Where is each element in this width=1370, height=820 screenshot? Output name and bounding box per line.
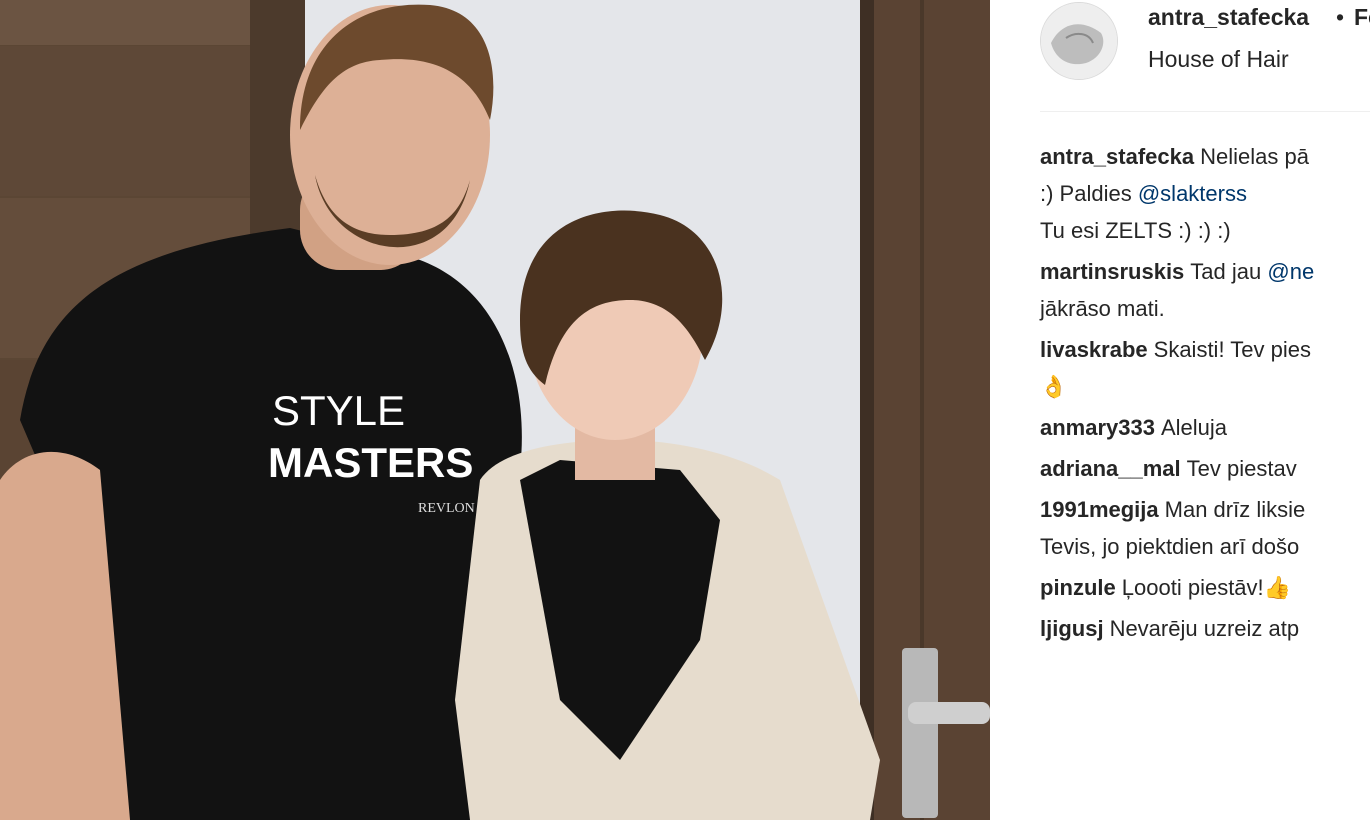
follow-button[interactable]: Follow [1354,4,1370,31]
mention-link[interactable]: @ne [1267,259,1314,284]
comment-username[interactable]: pinzule [1040,575,1116,600]
comment-username[interactable]: antra_stafecka [1040,144,1194,169]
author-username[interactable]: antra_stafecka [1148,4,1309,31]
shirt-text-line2: MASTERS [268,439,473,486]
comment-username[interactable]: livaskrabe [1040,337,1148,362]
shirt-text-line1: STYLE [272,387,405,434]
comment-text: Tad jau [1190,259,1262,284]
comment-username[interactable]: anmary333 [1040,415,1155,440]
avatar-image-icon [1041,3,1117,79]
comment-item: anmary333 Aleluja [1040,409,1370,446]
mention-link[interactable]: @slakterss [1138,181,1247,206]
divider [1040,111,1370,112]
comment-text: Nevarēju uzreiz atp [1109,616,1300,641]
comment-item: ljigusj Nevarēju uzreiz atp [1040,610,1370,647]
comment-item: pinzule Ļoooti piestāv!👍 [1040,569,1370,606]
avatar[interactable] [1040,2,1118,80]
comment-username[interactable]: 1991megija [1040,497,1159,522]
comment-text: jākrāso mati. [1040,296,1165,321]
comment-item: livaskrabe Skaisti! Tev pies 👌 [1040,331,1370,405]
comment-username[interactable]: martinsruskis [1040,259,1184,284]
post-photo[interactable]: STYLE MASTERS REVLON [0,0,990,820]
post-sidebar: antra_stafecka • Follow House of Hair an… [990,0,1370,820]
separator-dot: • [1336,4,1345,30]
location-link[interactable]: House of Hair [1148,46,1289,73]
comment-text: Tev piestav [1186,456,1297,481]
comment-username[interactable]: ljigusj [1040,616,1104,641]
comment-text: Aleluja [1160,415,1228,440]
post-header: antra_stafecka • Follow House of Hair [990,0,1370,112]
comment-text: :) Paldies [1040,181,1132,206]
comment-item: antra_stafecka Nelielas pā :) Paldies @sl… [1040,138,1370,249]
shirt-brand: REVLON [418,501,475,516]
ok-hand-emoji: 👌 [1040,374,1068,399]
comment-item: adriana__mal Tev piestav [1040,450,1370,487]
comment-text: Man drīz liksie [1164,497,1306,522]
comment-text: Ļoooti piestāv!👍 [1121,575,1292,600]
comment-text: Nelielas pā [1200,144,1309,169]
comment-username[interactable]: adriana__mal [1040,456,1181,481]
comment-text: Skaisti! Tev pies [1153,337,1311,362]
comment-text: Tu esi ZELTS :) :) :) [1040,218,1231,243]
comment-item: martinsruskis Tad jau @ne jākrāso mati. [1040,253,1370,327]
photo-illustration: STYLE MASTERS REVLON [0,0,990,820]
comment-text: Tevis, jo piektdien arī došo [1040,534,1300,559]
comment-list: antra_stafecka Nelielas pā :) Paldies @sl… [1040,138,1370,647]
comment-item: 1991megija Man drīz liksie Tevis, jo piek… [1040,491,1370,565]
